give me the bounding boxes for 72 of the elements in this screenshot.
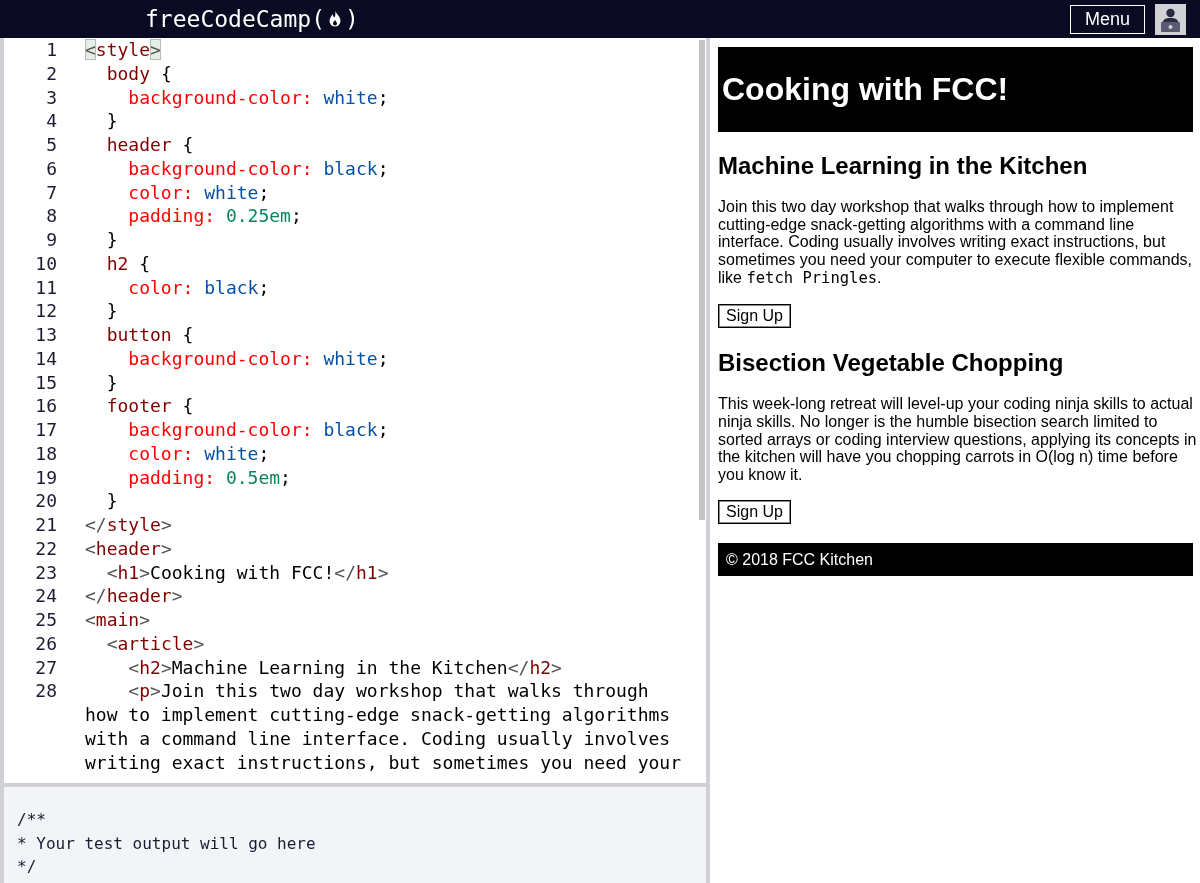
menu-button[interactable]: Menu [1070, 4, 1145, 34]
sign-up-button[interactable]: Sign Up [718, 304, 791, 329]
line-number: 25 [35, 609, 57, 630]
line-number: 24 [35, 585, 57, 607]
code-line: <h2>Machine Learning in the Kitchen</h2> [128, 656, 562, 678]
sign-up-button[interactable]: Sign Up [718, 500, 791, 525]
line-number: 12 [35, 300, 57, 322]
article-heading: Bisection Vegetable Chopping [718, 349, 1064, 377]
footer-bar: © 2018 FCC Kitchen [718, 543, 1193, 577]
flame-icon [328, 10, 342, 28]
line-number: 28 [35, 680, 57, 702]
code-line: <main> [85, 609, 151, 630]
line-number: 11 [35, 276, 57, 298]
code-line: footer { [106, 395, 194, 417]
line-number: 1 [46, 39, 57, 60]
line-number: 16 [35, 395, 57, 417]
paragraph: Join this two day workshop that walks through how to implement cutting-edge snack-getting algorithms with a command line interface. Coding usually involves writing exact instructions, but sometimes you need your computer to execute flexible commands, like fetch Pringles. [718, 197, 1193, 289]
line-number: 19 [35, 466, 57, 488]
line-number: 4 [46, 110, 57, 132]
code-line: color: black; [128, 276, 270, 298]
output-text: */ [17, 857, 37, 876]
line-number: 10 [35, 252, 57, 274]
code-line: color: white; [128, 181, 270, 203]
line-number: 5 [46, 134, 57, 155]
line-number: 3 [46, 86, 57, 108]
code-line: button { [106, 324, 194, 345]
code-line: background-color: black; [128, 419, 389, 440]
output-text: * Your test output will go here [17, 833, 316, 853]
paragraph: This week-long retreat will level-up your coding ninja skills to actual ninja skills. No longer is the humble bisection search limited to sorted arrays or coding interview questions, applying its concepts in the kitchen will have you chopping carrots in O(log n) time before you know it. [718, 394, 1198, 485]
page-title: Cooking with FCC! [722, 71, 1009, 108]
line-number: 8 [46, 205, 57, 227]
line-number: 13 [35, 324, 57, 345]
line-number: 6 [46, 157, 57, 179]
line-number: 7 [46, 181, 57, 203]
code-line: } [106, 371, 118, 393]
article-heading: Machine Learning in the Kitchen [718, 152, 1088, 180]
output-text: /** [17, 810, 46, 829]
code-line: </style> [85, 514, 172, 535]
line-number: 9 [46, 229, 57, 250]
line-number: 14 [35, 347, 57, 369]
code-line: } [106, 300, 118, 322]
line-number: 18 [35, 442, 57, 464]
code-line: <p>Join this two day workshop that walks through how to implement cutting-edge snack-getting algorithms with a command line interface. Coding usually involves writing exact instructions, but sometimes you need your [85, 680, 682, 773]
line-number: 17 [35, 419, 57, 440]
logo-link[interactable]: freeCodeCamp( ) [145, 5, 359, 33]
code-line: padding: 0.25em; [128, 205, 302, 227]
line-number: 26 [35, 632, 57, 654]
code-line: } [106, 490, 118, 512]
line-number: 27 [35, 656, 57, 678]
scrollbar-thumb[interactable] [699, 40, 705, 520]
code-line: </header> [85, 585, 183, 607]
code-line: color: white; [128, 442, 270, 464]
line-number: 21 [35, 514, 57, 535]
code-line: h2 { [106, 252, 151, 274]
code-line: background-color: black; [128, 157, 389, 179]
code-line: <style> [85, 39, 161, 60]
line-number: 2 [46, 62, 57, 84]
code-line: <h1>Cooking with FCC!</h1> [106, 561, 389, 583]
code-line: background-color: white; [128, 86, 389, 108]
code-line: <header> [85, 537, 172, 559]
avatar-icon[interactable] [1155, 3, 1186, 35]
line-number: 20 [35, 490, 57, 512]
code-line: } [106, 229, 118, 250]
code-line: padding: 0.5em; [128, 466, 291, 488]
code-line: background-color: white; [128, 347, 389, 369]
line-number: 15 [35, 371, 57, 393]
code-line: <article> [106, 632, 205, 654]
line-number: 23 [35, 561, 57, 583]
code-line: header { [106, 134, 194, 155]
line-number: 22 [35, 537, 57, 559]
code-line: body { [106, 62, 172, 84]
code-line: } [106, 110, 118, 132]
